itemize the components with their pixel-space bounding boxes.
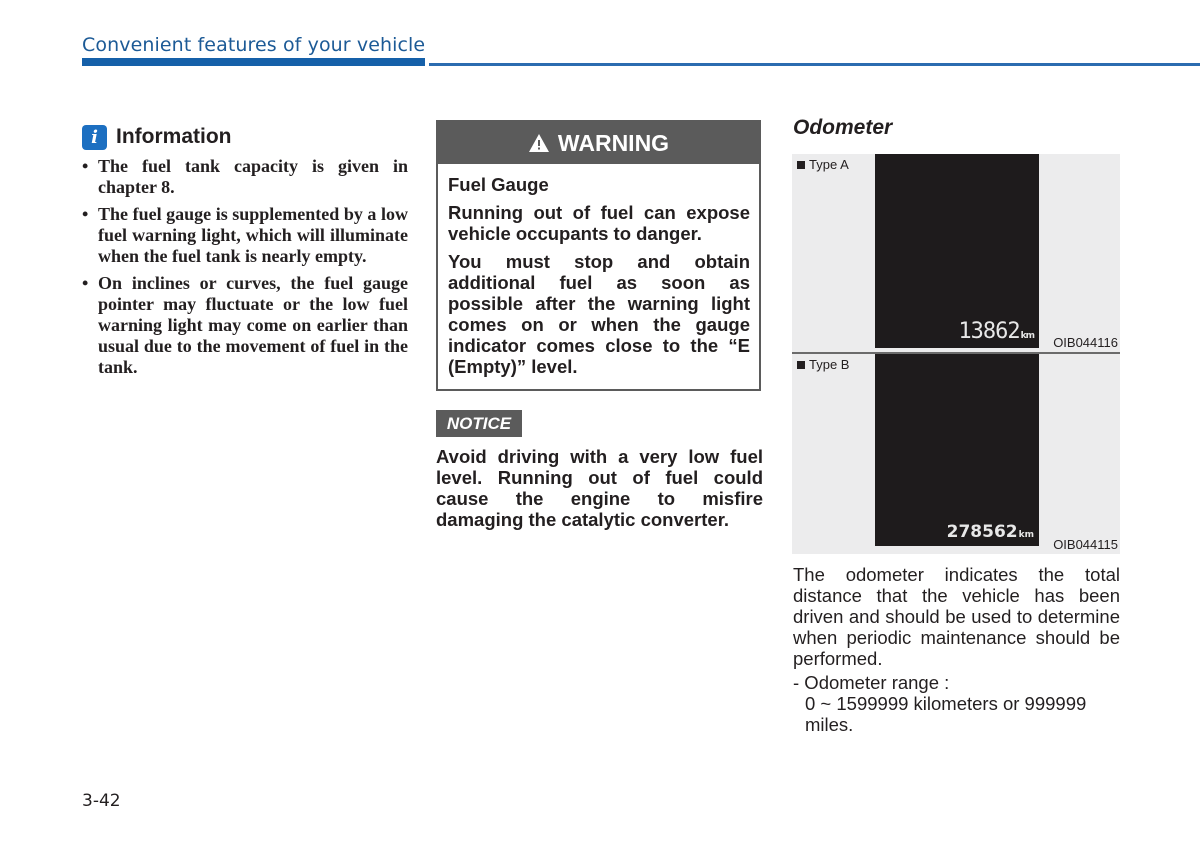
square-bullet-icon <box>797 360 805 369</box>
information-bullet: On inclines or curves, the fuel gauge po… <box>82 273 408 378</box>
information-bullet: The fuel tank capacity is given in chapt… <box>82 156 408 198</box>
figure-code: OIB044116 <box>1053 335 1118 350</box>
warning-paragraph: You must stop and obtain additional fuel… <box>448 251 750 377</box>
figure-label: Type B <box>797 357 849 372</box>
page-number: 3-42 <box>82 791 121 811</box>
odometer-range-label: - Odometer range : <box>793 672 950 693</box>
notice-text: Avoid driving with a very low fuel level… <box>436 446 763 530</box>
cluster-display: 13862 km <box>875 154 1039 348</box>
information-bullet: The fuel gauge is supplemented by a low … <box>82 204 408 267</box>
header-rule-thick <box>82 58 425 66</box>
figure-label-text: Type A <box>809 157 849 172</box>
figure-label-text: Type B <box>809 357 850 372</box>
odometer-figure-type-a: Type A 13862 km OIB044116 <box>792 154 1120 352</box>
warning-triangle-icon <box>528 134 549 152</box>
figure-code: OIB044115 <box>1053 537 1118 552</box>
odometer-title: Odometer <box>793 116 893 139</box>
notice-badge: NOTICE <box>436 410 522 437</box>
odometer-figure-type-b: Type B 278562 km OIB044115 <box>792 354 1120 554</box>
information-title: Information <box>116 125 232 148</box>
odometer-unit: km <box>1018 530 1034 540</box>
information-header: i Information <box>82 124 408 150</box>
odometer-reading: 278562 km <box>947 522 1034 542</box>
odometer-value: 13862 <box>958 319 1020 344</box>
cluster-display: 278562 km <box>875 354 1039 546</box>
odometer-unit: km <box>1020 331 1035 341</box>
information-block: i Information The fuel tank capacity is … <box>82 124 408 384</box>
section-header-title: Convenient features of your vehicle <box>82 34 426 56</box>
odometer-range-value: 0 ~ 1599999 kilometers or 999999 miles. <box>805 693 1087 735</box>
odometer-description: The odometer indicates the total distanc… <box>793 564 1120 669</box>
warning-paragraph: Running out of fuel can expose vehicle o… <box>448 202 750 244</box>
figure-label: Type A <box>797 157 849 172</box>
odometer-range: - Odometer range : 0 ~ 1599999 kilometer… <box>793 672 1120 735</box>
information-list: The fuel tank capacity is given in chapt… <box>82 156 408 378</box>
warning-title: WARNING <box>557 129 670 156</box>
warning-header: WARNING <box>438 122 759 164</box>
header-rule-thin <box>429 63 1200 66</box>
info-icon: i <box>82 124 107 150</box>
warning-subtitle: Fuel Gauge <box>448 174 549 195</box>
odometer-value: 278562 <box>946 522 1018 542</box>
square-bullet-icon <box>797 160 805 169</box>
odometer-reading: 13862 km <box>958 319 1035 344</box>
warning-body: Fuel Gauge Running out of fuel can expos… <box>438 164 759 377</box>
warning-box: WARNING Fuel Gauge Running out of fuel c… <box>436 120 761 391</box>
